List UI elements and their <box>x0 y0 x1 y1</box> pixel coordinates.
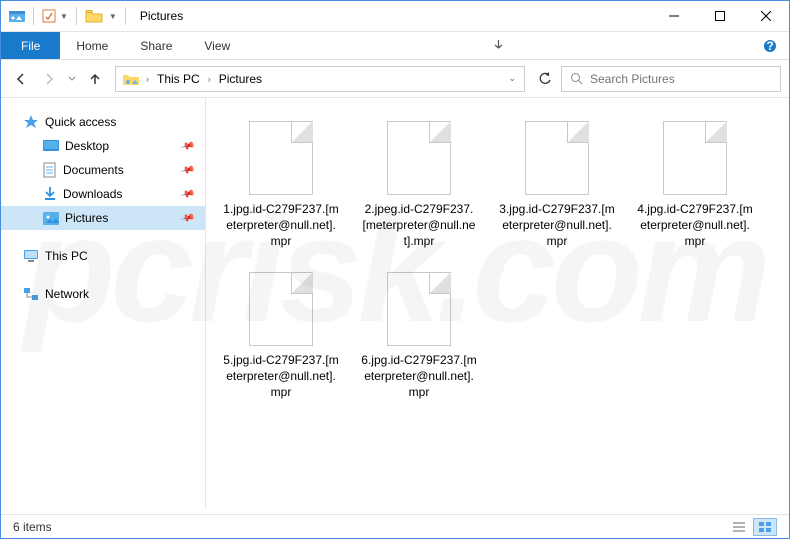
pictures-icon <box>43 212 59 225</box>
pin-icon: 📌 <box>179 162 195 178</box>
sidebar-label: This PC <box>45 249 88 263</box>
desktop-icon <box>43 140 59 152</box>
file-icon <box>387 121 451 195</box>
window-controls <box>651 1 789 31</box>
navigation-pane: Quick access Desktop 📌 Documents 📌 Downl… <box>1 98 206 508</box>
minimize-button[interactable] <box>651 1 697 31</box>
sidebar-label: Documents <box>63 163 124 177</box>
file-name: 1.jpg.id-C279F237.[meterpreter@null.net]… <box>223 201 339 250</box>
sidebar-label: Quick access <box>45 115 116 129</box>
navigation-bar: › This PC › Pictures ⌄ <box>1 60 789 98</box>
sidebar-label: Desktop <box>65 139 109 153</box>
breadcrumb-this-pc[interactable]: This PC <box>151 70 206 88</box>
file-icon <box>525 121 589 195</box>
up-button[interactable] <box>83 67 107 91</box>
title-bar: ▼ ▼ Pictures <box>1 1 789 32</box>
downloads-icon <box>43 186 57 202</box>
view-switcher <box>727 518 777 536</box>
properties-icon[interactable] <box>42 9 56 23</box>
forward-button[interactable] <box>37 67 61 91</box>
back-button[interactable] <box>9 67 33 91</box>
app-icon <box>9 9 25 23</box>
sidebar-network[interactable]: Network <box>1 282 205 306</box>
file-tab[interactable]: File <box>1 32 60 59</box>
file-item[interactable]: 4.jpg.id-C279F237.[meterpreter@null.net]… <box>630 114 760 257</box>
close-button[interactable] <box>743 1 789 31</box>
breadcrumb-pictures[interactable]: Pictures <box>213 70 268 88</box>
sidebar-item-downloads[interactable]: Downloads 📌 <box>1 182 205 206</box>
sidebar-label: Downloads <box>63 187 122 201</box>
chevron-right-icon[interactable]: › <box>144 74 151 84</box>
file-item[interactable]: 2.jpeg.id-C279F237.[meterpreter@null.net… <box>354 114 484 257</box>
qat-dropdown-icon[interactable]: ▼ <box>60 12 68 21</box>
search-box[interactable] <box>561 66 781 92</box>
file-name: 6.jpg.id-C279F237.[meterpreter@null.net]… <box>361 352 477 401</box>
file-view[interactable]: 1.jpg.id-C279F237.[meterpreter@null.net]… <box>206 98 789 508</box>
address-dropdown-icon[interactable]: ⌄ <box>502 73 522 84</box>
search-icon <box>570 72 584 86</box>
file-icon <box>249 121 313 195</box>
pin-icon: 📌 <box>179 138 195 154</box>
file-name: 5.jpg.id-C279F237.[meterpreter@null.net]… <box>223 352 339 401</box>
file-icon <box>663 121 727 195</box>
tab-share[interactable]: Share <box>124 32 188 59</box>
documents-icon <box>43 162 57 178</box>
folder-icon <box>85 9 103 23</box>
network-icon <box>23 287 39 301</box>
file-name: 2.jpeg.id-C279F237.[meterpreter@null.net… <box>361 201 477 250</box>
this-pc-icon <box>23 249 39 263</box>
titlebar-chevron-icon[interactable]: ▼ <box>109 12 117 21</box>
file-icon <box>249 272 313 346</box>
quick-access-toolbar: ▼ ▼ <box>1 7 132 25</box>
sidebar-item-documents[interactable]: Documents 📌 <box>1 158 205 182</box>
ribbon-tabs: File Home Share View ? <box>1 32 789 60</box>
file-name: 3.jpg.id-C279F237.[meterpreter@null.net]… <box>499 201 615 250</box>
file-name: 4.jpg.id-C279F237.[meterpreter@null.net]… <box>637 201 753 250</box>
file-icon <box>387 272 451 346</box>
sidebar-item-pictures[interactable]: Pictures 📌 <box>1 206 205 230</box>
pin-icon: 📌 <box>179 186 195 202</box>
details-view-button[interactable] <box>727 518 751 536</box>
status-bar: 6 items <box>1 514 789 538</box>
refresh-button[interactable] <box>533 67 557 91</box>
location-folder-icon <box>122 72 140 86</box>
item-count: 6 items <box>13 520 52 534</box>
quick-access-icon <box>23 114 39 130</box>
svg-text:?: ? <box>766 39 773 53</box>
file-item[interactable]: 3.jpg.id-C279F237.[meterpreter@null.net]… <box>492 114 622 257</box>
sidebar-this-pc[interactable]: This PC <box>1 244 205 268</box>
thumbnails-view-button[interactable] <box>753 518 777 536</box>
ribbon-options[interactable] <box>481 32 516 59</box>
sidebar-item-desktop[interactable]: Desktop 📌 <box>1 134 205 158</box>
maximize-button[interactable] <box>697 1 743 31</box>
search-input[interactable] <box>590 72 772 86</box>
chevron-right-icon[interactable]: › <box>206 74 213 84</box>
help-button[interactable]: ? <box>751 32 789 59</box>
pin-icon: 📌 <box>179 210 195 226</box>
file-grid: 1.jpg.id-C279F237.[meterpreter@null.net]… <box>216 114 779 407</box>
window-title: Pictures <box>140 9 183 23</box>
sidebar-label: Network <box>45 287 89 301</box>
tab-home[interactable]: Home <box>60 32 124 59</box>
tab-view[interactable]: View <box>188 32 246 59</box>
explorer-body: Quick access Desktop 📌 Documents 📌 Downl… <box>1 98 789 508</box>
file-item[interactable]: 5.jpg.id-C279F237.[meterpreter@null.net]… <box>216 265 346 408</box>
address-bar[interactable]: › This PC › Pictures ⌄ <box>115 66 525 92</box>
file-item[interactable]: 6.jpg.id-C279F237.[meterpreter@null.net]… <box>354 265 484 408</box>
file-item[interactable]: 1.jpg.id-C279F237.[meterpreter@null.net]… <box>216 114 346 257</box>
recent-locations-button[interactable] <box>65 67 79 91</box>
sidebar-quick-access[interactable]: Quick access <box>1 110 205 134</box>
sidebar-label: Pictures <box>65 211 108 225</box>
